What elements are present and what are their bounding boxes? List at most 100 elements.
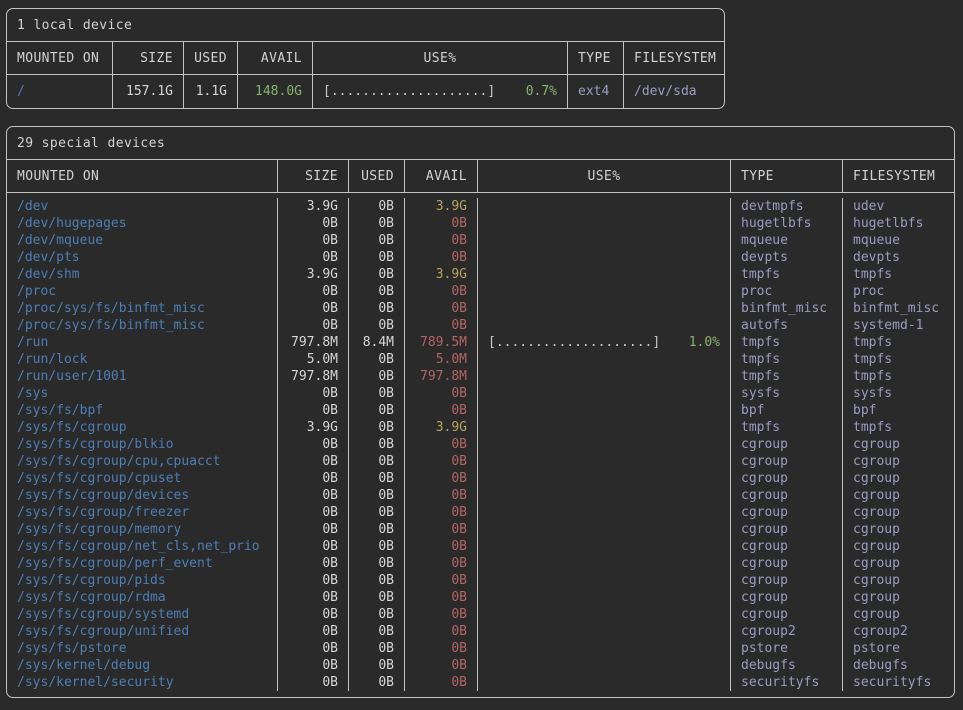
mount-point: /sys/fs/cgroup/unified [7, 623, 277, 640]
avail-value: 0B [404, 249, 477, 266]
avail-value: 3.9G [404, 198, 477, 215]
usage-bar-cell [477, 436, 730, 453]
avail-value: 797.8M [404, 368, 477, 385]
table-body: /157.1G1.1G148.0G[....................]0… [7, 75, 724, 108]
used-value: 0B [348, 368, 404, 385]
size-value: 0B [277, 436, 348, 453]
filesystem-device: systemd-1 [842, 317, 954, 334]
table-row: /proc/sys/fs/binfmt_misc0B0B0Bbinfmt_mis… [7, 300, 954, 317]
column-header-used: USED [183, 42, 237, 74]
usage-bar-cell [477, 589, 730, 606]
fs-type: hugetlbfs [730, 215, 842, 232]
avail-value: 0B [404, 300, 477, 317]
mount-point: /sys/fs/bpf [7, 402, 277, 419]
fs-type: cgroup [730, 470, 842, 487]
usage-bar-cell [477, 266, 730, 283]
size-value: 0B [277, 283, 348, 300]
fs-type: tmpfs [730, 419, 842, 436]
size-value: 797.8M [277, 334, 348, 351]
usage-bar-cell [477, 198, 730, 215]
mount-point: /proc/sys/fs/binfmt_misc [7, 300, 277, 317]
mount-point: /proc [7, 283, 277, 300]
used-value: 0B [348, 402, 404, 419]
used-value: 0B [348, 674, 404, 691]
usage-bar-cell [477, 419, 730, 436]
used-value: 0B [348, 555, 404, 572]
used-value: 0B [348, 538, 404, 555]
avail-value: 0B [404, 283, 477, 300]
mount-point: /run/user/1001 [7, 368, 277, 385]
table-row: /dev/hugepages0B0B0Bhugetlbfshugetlbfs [7, 215, 954, 232]
usage-bar-cell [477, 215, 730, 232]
fs-type: cgroup [730, 504, 842, 521]
filesystem-device: tmpfs [842, 334, 954, 351]
size-value: 3.9G [277, 266, 348, 283]
avail-value: 148.0G [237, 75, 312, 108]
fs-type: cgroup [730, 606, 842, 623]
mount-point: /dev/shm [7, 266, 277, 283]
table-row: /dev/pts0B0B0Bdevptsdevpts [7, 249, 954, 266]
size-value: 0B [277, 657, 348, 674]
avail-value: 0B [404, 385, 477, 402]
table-row: /proc/sys/fs/binfmt_misc0B0B0Bautofssyst… [7, 317, 954, 334]
avail-value: 0B [404, 317, 477, 334]
table-row: /sys0B0B0Bsysfssysfs [7, 385, 954, 402]
table-row: /sys/fs/cgroup/blkio0B0B0Bcgroupcgroup [7, 436, 954, 453]
used-value: 0B [348, 385, 404, 402]
fs-type: cgroup [730, 436, 842, 453]
size-value: 0B [277, 215, 348, 232]
used-value: 0B [348, 300, 404, 317]
fs-type: bpf [730, 402, 842, 419]
used-value: 0B [348, 606, 404, 623]
usage-bar-cell [477, 317, 730, 334]
size-value: 0B [277, 572, 348, 589]
mount-point: /sys/kernel/debug [7, 657, 277, 674]
size-value: 0B [277, 300, 348, 317]
fs-type: autofs [730, 317, 842, 334]
used-value: 0B [348, 266, 404, 283]
used-value: 0B [348, 470, 404, 487]
filesystem-device: mqueue [842, 232, 954, 249]
filesystem-device: cgroup [842, 470, 954, 487]
used-value: 0B [348, 504, 404, 521]
fs-type: cgroup [730, 487, 842, 504]
table-title-special: 29 special devices [7, 127, 954, 159]
table-body: /dev3.9G0B3.9Gdevtmpfsudev/dev/hugepages… [7, 193, 954, 697]
filesystem-device: tmpfs [842, 368, 954, 385]
table-row: /run/user/1001797.8M0B797.8Mtmpfstmpfs [7, 368, 954, 385]
used-value: 0B [348, 436, 404, 453]
table-header: MOUNTED ONSIZEUSEDAVAILUSE%TYPEFILESYSTE… [7, 159, 954, 193]
mount-point: /sys/fs/cgroup/devices [7, 487, 277, 504]
avail-value: 0B [404, 487, 477, 504]
usage-bar-cell [477, 453, 730, 470]
column-header-size: SIZE [112, 42, 183, 74]
table-title-local: 1 local device [7, 9, 724, 41]
usage-bar-cell [477, 606, 730, 623]
fs-type: ext4 [567, 75, 623, 108]
filesystem-device: cgroup [842, 504, 954, 521]
fs-type: cgroup [730, 521, 842, 538]
size-value: 0B [277, 487, 348, 504]
size-value: 0B [277, 589, 348, 606]
filesystem-device: tmpfs [842, 351, 954, 368]
mount-point: /sys/fs/cgroup/freezer [7, 504, 277, 521]
size-value: 0B [277, 606, 348, 623]
table-row: /dev/shm3.9G0B3.9Gtmpfstmpfs [7, 266, 954, 283]
avail-value: 0B [404, 572, 477, 589]
avail-value: 0B [404, 521, 477, 538]
table-row: /sys/kernel/debug0B0B0Bdebugfsdebugfs [7, 657, 954, 674]
usage-bar-cell [477, 300, 730, 317]
avail-value: 0B [404, 470, 477, 487]
size-value: 0B [277, 249, 348, 266]
column-header-fs: FILESYSTEM [842, 160, 954, 192]
mount-point: /dev [7, 198, 277, 215]
mount-point: /dev/mqueue [7, 232, 277, 249]
filesystem-device: cgroup [842, 453, 954, 470]
mount-point: /sys/fs/cgroup/net_cls,net_prio [7, 538, 277, 555]
table-row: /sys/fs/cgroup/cpuset0B0B0Bcgroupcgroup [7, 470, 954, 487]
size-value: 0B [277, 470, 348, 487]
column-header-fs: FILESYSTEM [623, 42, 724, 74]
filesystem-device: hugetlbfs [842, 215, 954, 232]
usage-bar-cell [477, 555, 730, 572]
filesystem-device: tmpfs [842, 266, 954, 283]
